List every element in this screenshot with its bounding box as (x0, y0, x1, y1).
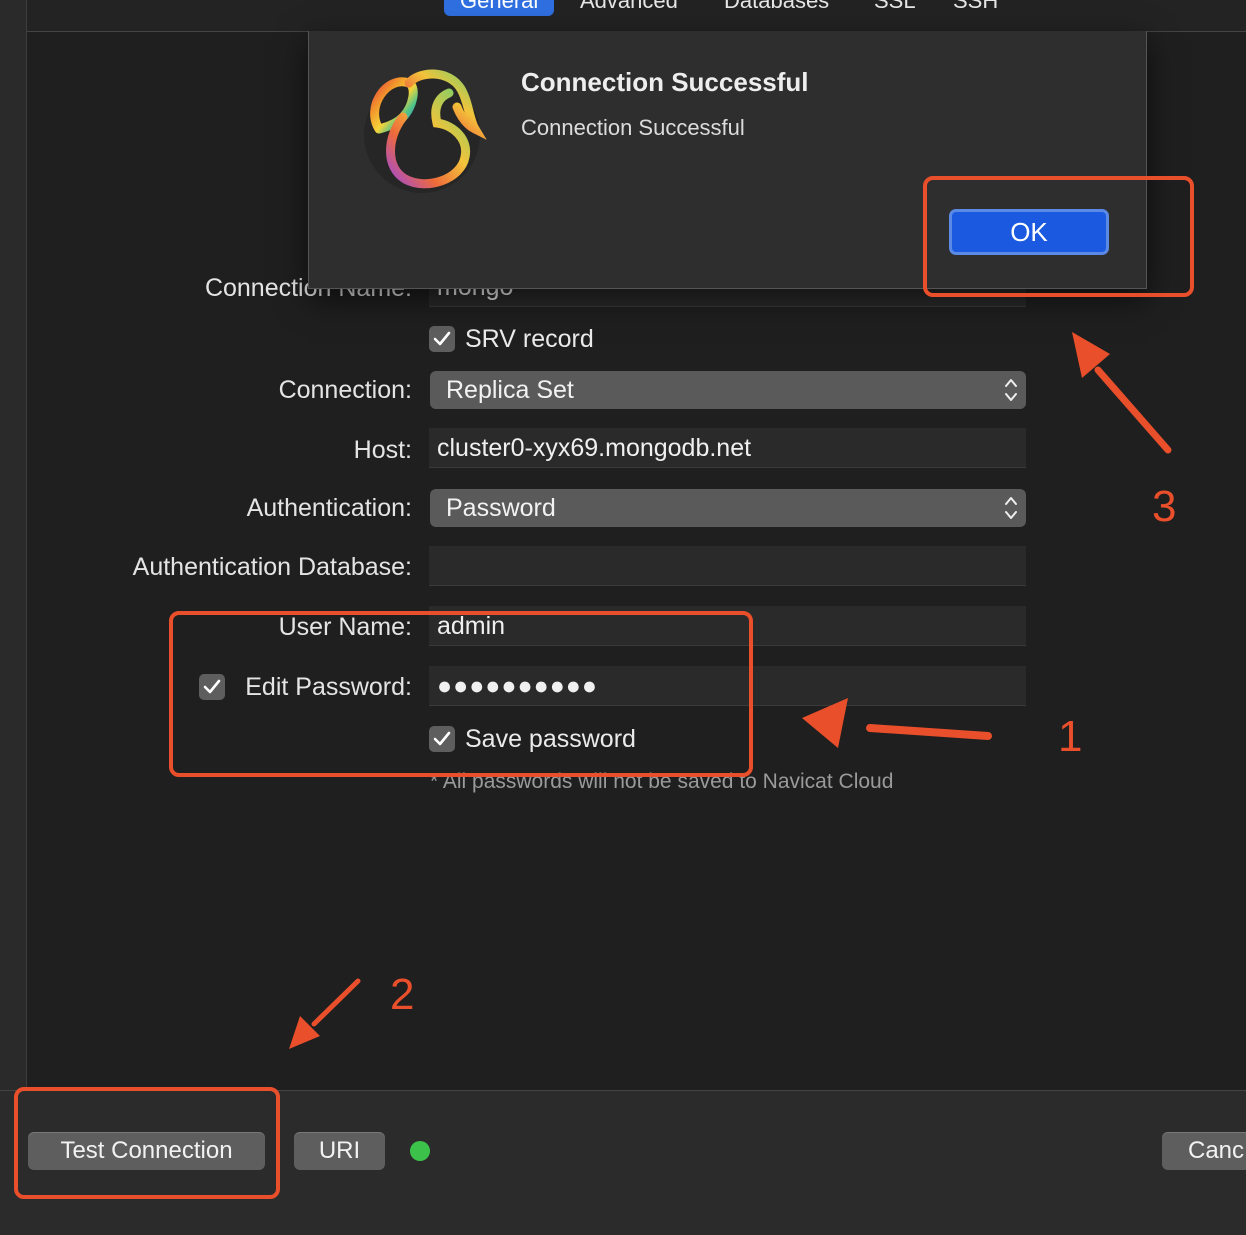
tab-advanced[interactable]: Advanced (580, 0, 678, 16)
srv-record-checkbox[interactable] (429, 326, 455, 352)
annotation-label-2: 2 (390, 970, 415, 1019)
connection-status-indicator (410, 1141, 430, 1161)
authentication-select[interactable]: Password (430, 489, 1026, 527)
authentication-label: Authentication: (246, 494, 412, 522)
annotation-label-3: 3 (1152, 482, 1177, 531)
connection-select-value: Replica Set (446, 376, 574, 404)
auth-database-input[interactable] (429, 546, 1026, 586)
host-input[interactable]: cluster0-xyx69.mongodb.net (429, 428, 1026, 468)
annotation-box-credentials (169, 611, 753, 777)
tab-ssl[interactable]: SSL (874, 0, 916, 16)
updown-chevron-icon (1005, 497, 1017, 519)
connection-select[interactable]: Replica Set (430, 371, 1026, 409)
host-label: Host: (353, 436, 412, 464)
annotation-label-1: 1 (1058, 712, 1083, 761)
tab-general[interactable]: General (444, 0, 555, 16)
annotation-box-test-connection (14, 1087, 280, 1199)
dialog-message: Connection Successful (521, 115, 745, 140)
authentication-select-value: Password (446, 494, 556, 522)
auth-database-label: Authentication Database: (132, 553, 412, 581)
cancel-button[interactable]: Canc (1162, 1132, 1246, 1170)
srv-record-label: SRV record (465, 325, 594, 353)
left-window-edge (0, 0, 27, 1234)
checkmark-icon (433, 331, 451, 346)
uri-button[interactable]: URI (294, 1132, 385, 1170)
navicat-logo-icon (364, 69, 487, 193)
dialog-title: Connection Successful (521, 67, 809, 97)
connection-label: Connection: (278, 376, 412, 404)
updown-chevron-icon (1005, 379, 1017, 401)
annotation-box-ok (923, 176, 1194, 297)
tab-databases[interactable]: Databases (724, 0, 829, 16)
tab-bar: General Advanced Databases SSL SSH (27, 0, 1246, 32)
tab-ssh[interactable]: SSH (953, 0, 998, 16)
